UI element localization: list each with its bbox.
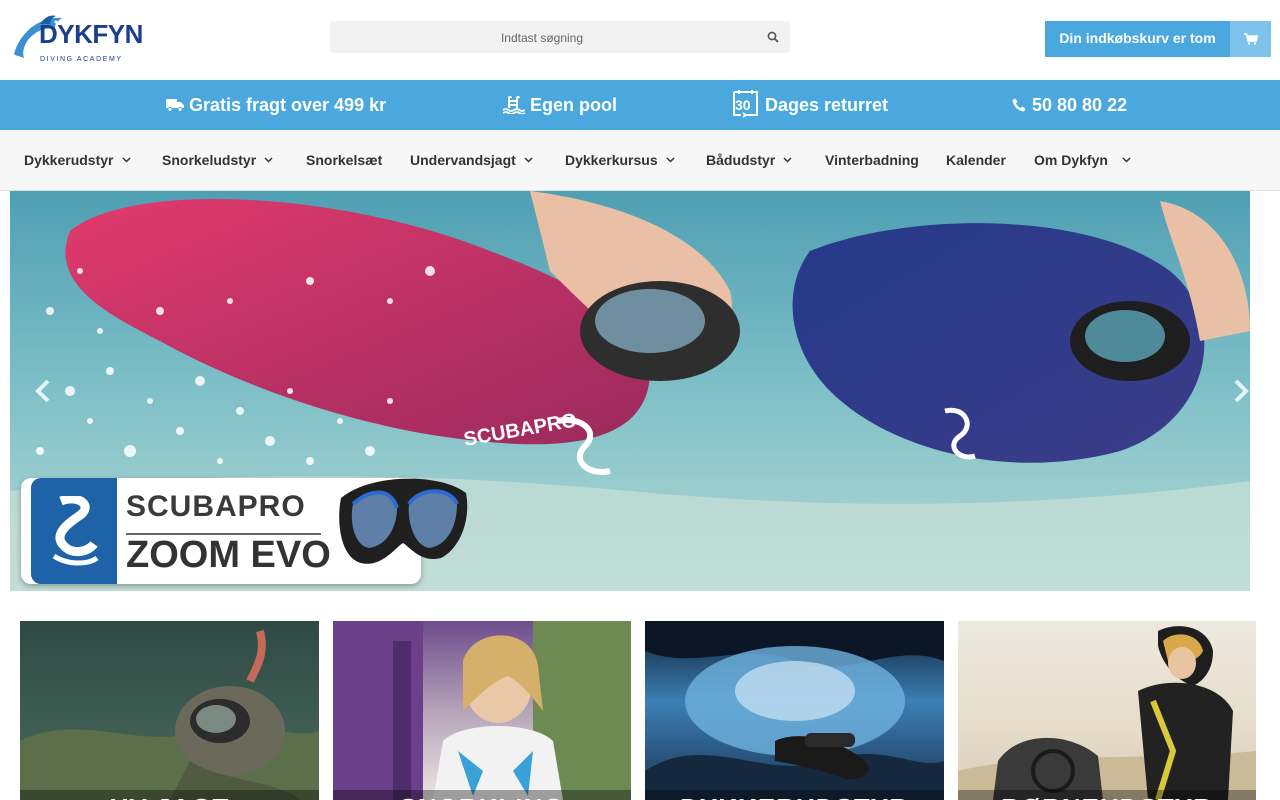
chevron-down-icon (121, 157, 131, 163)
category-image (958, 626, 1256, 800)
chevron-down-icon (1122, 157, 1131, 163)
nav-item-label: Undervandsjagt (410, 152, 516, 168)
calendar-return-icon: 30 (731, 89, 760, 121)
logo-text: DYKFYN (39, 19, 143, 49)
promo-brand: SCUBAPRO (126, 490, 306, 523)
nav-item-vinterbadning[interactable]: Vinterbadning (825, 130, 919, 190)
usp-shipping-label: Gratis fragt over 499 kr (189, 94, 387, 115)
promo-banner[interactable]: SCUBAPRO ZOOM EVO (21, 478, 468, 584)
category-image (20, 630, 319, 800)
mask-image (339, 478, 468, 564)
category-label: BØRNEUDSTYR (958, 790, 1256, 800)
logo-subtext: DIVING ACADEMY (40, 56, 123, 63)
nav-item-label: Bådudstyr (706, 152, 776, 168)
nav-item-snorkeludstyr[interactable]: Snorkeludstyr (162, 130, 273, 190)
category-image (645, 621, 944, 800)
nav-item-label: Dykkerudstyr (24, 152, 114, 168)
usp-phone-label: 50 80 80 22 (1032, 94, 1128, 115)
category-label: SNORKLING (333, 790, 631, 800)
cart-button[interactable]: Din indkøbskurv er tom (1045, 21, 1271, 57)
search-button[interactable] (762, 27, 784, 47)
nav-item-label: Dykkerkursus (565, 152, 658, 168)
nav-item-undervandsjagt[interactable]: Undervandsjagt (410, 130, 533, 190)
chevron-down-icon (666, 157, 675, 163)
hero-slider[interactable]: SCUBAPRO SCUBAPRO ZOOM EVO (10, 191, 1250, 591)
category-image (333, 621, 631, 800)
chevron-down-icon (524, 157, 533, 163)
cart-icon-box (1230, 21, 1271, 57)
nav-item-kalender[interactable]: Kalender (946, 130, 1006, 190)
return-days: 30 (735, 96, 751, 113)
chevron-down-icon (783, 157, 792, 163)
category-tile-snorkling[interactable]: SNORKLING (333, 621, 631, 800)
cart-label: Din indkøbskurv er tom (1059, 30, 1216, 46)
slider-prev-icon[interactable] (28, 371, 58, 411)
cart-icon (1243, 33, 1258, 45)
search-input[interactable] (330, 21, 754, 55)
nav-item-dykkerkursus[interactable]: Dykkerkursus (565, 130, 675, 190)
nav-item-dykkerudstyr[interactable]: Dykkerudstyr (24, 130, 131, 190)
scubapro-logo (31, 478, 117, 584)
nav-item-badudstyr[interactable]: Bådudstyr (706, 130, 792, 190)
logo-link[interactable]: DYKFYN DIVING ACADEMY (10, 12, 143, 70)
nav-item-label: Snorkelsæt (306, 152, 383, 168)
nav-item-snorkelsaet[interactable]: Snorkelsæt (306, 130, 382, 190)
usp-returns-label: Dages returret (765, 94, 889, 115)
pool-icon (503, 96, 525, 114)
search-bar (330, 21, 790, 55)
truck-icon (166, 99, 184, 112)
usp-shipping: Gratis fragt over 499 kr (166, 80, 386, 130)
usp-bar: Gratis fragt over 499 kr Egen pool 30 Da… (0, 80, 1280, 130)
usp-phone[interactable]: 50 80 80 22 (1012, 80, 1127, 130)
category-tile-dykkerudstyr[interactable]: DYKKERUDSTYR (645, 621, 944, 800)
slider-next-icon[interactable] (1226, 371, 1250, 411)
usp-returns: 30 Dages returret (731, 80, 888, 130)
site-header: DYKFYN DIVING ACADEMY Din indkøbskurv er… (0, 0, 1280, 80)
phone-icon (1012, 98, 1026, 112)
search-icon (767, 31, 779, 43)
nav-item-label: Vinterbadning (825, 152, 919, 168)
category-label: DYKKERUDSTYR (645, 790, 944, 800)
scubapro-s-icon (52, 496, 99, 566)
nav-item-om-dykfyn[interactable]: Om Dykfyn (1034, 130, 1131, 190)
category-tile-borneudstyr[interactable]: BØRNEUDSTYR (958, 621, 1256, 800)
nav-item-label: Kalender (946, 152, 1006, 168)
promo-model: ZOOM EVO (126, 534, 331, 576)
chevron-down-icon (264, 157, 273, 163)
category-label: UV-JAGT (20, 790, 319, 800)
usp-pool-label: Egen pool (530, 94, 617, 115)
nav-item-label: Om Dykfyn (1034, 152, 1108, 168)
category-tile-uv-jagt[interactable]: UV-JAGT (20, 621, 319, 800)
nav-item-label: Snorkeludstyr (162, 152, 257, 168)
usp-pool: Egen pool (503, 80, 617, 130)
main-nav: Dykkerudstyr Snorkeludstyr Snorkelsæt Un… (0, 130, 1280, 191)
